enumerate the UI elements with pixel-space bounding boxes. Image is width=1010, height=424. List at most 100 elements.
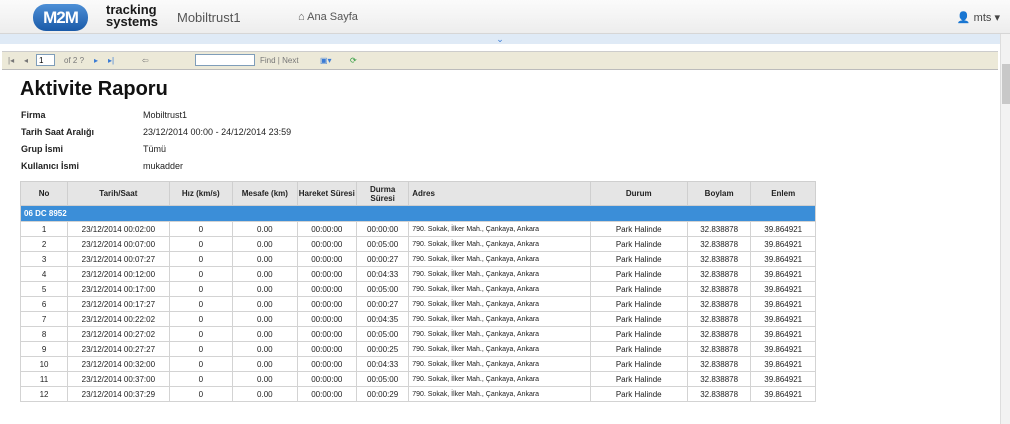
table-cell: 0.00 [232,236,298,252]
table-cell: 39.864921 [750,371,816,387]
table-cell: 23/12/2014 00:37:29 [67,386,170,402]
table-cell: 32.838878 [686,371,752,387]
table-cell: 790. Sokak, İlker Mah., Çankaya, Ankara [408,296,591,312]
table-cell: 11 [19,371,69,387]
find-input[interactable] [195,54,255,66]
table-cell: 7 [19,311,69,327]
home-icon: ⌂ [298,11,305,23]
refresh-icon[interactable]: ⟳ [350,56,357,65]
column-header: No [19,181,69,206]
table-cell: 0.00 [232,356,298,372]
table-cell: 0.00 [232,266,298,282]
activity-table: No Tarih/Saat Hız (km/s) Mesafe (km) Har… [19,181,816,402]
table-cell: 39.864921 [750,386,816,402]
export-icon[interactable]: ▣▾ [320,56,332,65]
table-cell: Park Halinde [589,281,688,297]
info-group: Grup İsmi Tümü [21,144,166,154]
table-cell: 790. Sokak, İlker Mah., Çankaya, Ankara [408,251,591,267]
first-page-icon[interactable]: |◂ [8,56,14,65]
table-cell: 00:04:33 [355,266,410,282]
table-cell: 790. Sokak, İlker Mah., Çankaya, Ankara [408,326,591,342]
table-cell: 39.864921 [750,326,816,342]
table-cell: 00:00:00 [355,221,410,237]
prev-page-icon[interactable]: ◂ [24,56,28,65]
table-cell: 0.00 [232,311,298,327]
table-cell: 0 [168,236,234,252]
group-label: 06 DC 8952 [20,205,816,222]
table-cell: Park Halinde [589,356,688,372]
table-cell: 790. Sokak, İlker Mah., Çankaya, Ankara [408,236,591,252]
table-cell: 4 [19,266,69,282]
app-name[interactable]: Mobiltrust1 [177,10,241,25]
table-cell: 0.00 [232,296,298,312]
table-cell: 00:00:29 [355,386,410,402]
brand-text: tracking systems [106,3,158,28]
user-icon: 👤 [956,12,971,24]
table-cell: 0.00 [232,326,298,342]
table-cell: 00:00:00 [296,356,358,372]
info-label: Grup İsmi [21,144,64,154]
table-cell: 23/12/2014 00:27:02 [67,326,170,342]
table-cell: Park Halinde [589,296,688,312]
column-header: Adres [408,181,591,206]
info-user: Kullanıcı İsmi mukadder [21,161,183,171]
table-cell: 12 [19,386,69,402]
column-header: Hareket Süresi [296,181,358,206]
table-cell: 00:00:00 [296,296,358,312]
table-cell: Park Halinde [589,311,688,327]
table-cell: 00:00:25 [355,341,410,357]
table-cell: 00:04:35 [355,311,410,327]
next-page-icon[interactable]: ▸ [94,56,98,65]
user-menu[interactable]: 👤 mts ▾ [957,11,1000,24]
column-header: Mesafe (km) [232,181,298,206]
table-row: 6 23/12/2014 00:17:27 0 0.00 00:00:00 00:00:2… [19,296,816,312]
table-cell: 39.864921 [750,266,816,282]
table-cell: 0 [168,296,234,312]
top-navbar: M2M tracking systems Mobiltrust1 ⌂ Ana S… [0,0,1010,34]
table-cell: 0 [168,311,234,327]
table-cell: 00:00:00 [296,341,358,357]
page-scrollbar[interactable] [1000,34,1010,424]
m2m-logo[interactable]: M2M [33,4,88,31]
table-cell: 23/12/2014 00:37:00 [67,371,170,387]
back-icon[interactable]: ⇦ [142,56,149,65]
table-cell: 23/12/2014 00:32:00 [67,356,170,372]
table-cell: 0 [168,356,234,372]
table-cell: 32.838878 [686,281,752,297]
table-cell: 0 [168,221,234,237]
table-cell: 00:00:27 [355,296,410,312]
table-cell: Park Halinde [589,266,688,282]
table-cell: 10 [19,356,69,372]
table-cell: 23/12/2014 00:02:00 [67,221,170,237]
table-cell: 790. Sokak, İlker Mah., Çankaya, Ankara [408,356,591,372]
scrollbar-thumb[interactable] [1002,64,1010,104]
table-cell: 39.864921 [750,341,816,357]
last-page-icon[interactable]: ▸| [108,56,114,65]
table-cell: 39.864921 [750,251,816,267]
page-number-input[interactable] [36,54,55,66]
table-row: 12 23/12/2014 00:37:29 0 0.00 00:00:00 00:00:… [19,386,816,402]
table-cell: 00:00:00 [296,386,358,402]
table-cell: 23/12/2014 00:12:00 [67,266,170,282]
table-cell: 00:00:00 [296,311,358,327]
table-row: 4 23/12/2014 00:12:00 0 0.00 00:00:00 00:04:3… [19,266,816,282]
table-cell: 790. Sokak, İlker Mah., Çankaya, Ankara [408,341,591,357]
column-header: Boylam [686,181,752,206]
table-cell: 0.00 [232,386,298,402]
table-cell: Park Halinde [589,236,688,252]
table-row: 2 23/12/2014 00:07:00 0 0.00 00:00:00 00:05:0… [19,236,816,252]
table-row: 7 23/12/2014 00:22:02 0 0.00 00:00:00 00:04:3… [19,311,816,327]
table-row: 9 23/12/2014 00:27:27 0 0.00 00:00:00 00:00:2… [19,341,816,357]
info-label: Firma [21,110,46,120]
home-link[interactable]: ⌂ Ana Sayfa [298,11,358,23]
column-header: Hız (km/s) [168,181,234,206]
table-cell: Park Halinde [589,326,688,342]
collapse-toggle[interactable]: ⌄ [0,34,1000,44]
find-next-label[interactable]: Find | Next [260,56,299,65]
table-cell: 00:00:00 [296,266,358,282]
table-cell: 32.838878 [686,251,752,267]
table-cell: 2 [19,236,69,252]
column-header: Durma Süresi [355,181,410,206]
table-cell: 0 [168,266,234,282]
column-header: Tarih/Saat [67,181,170,206]
